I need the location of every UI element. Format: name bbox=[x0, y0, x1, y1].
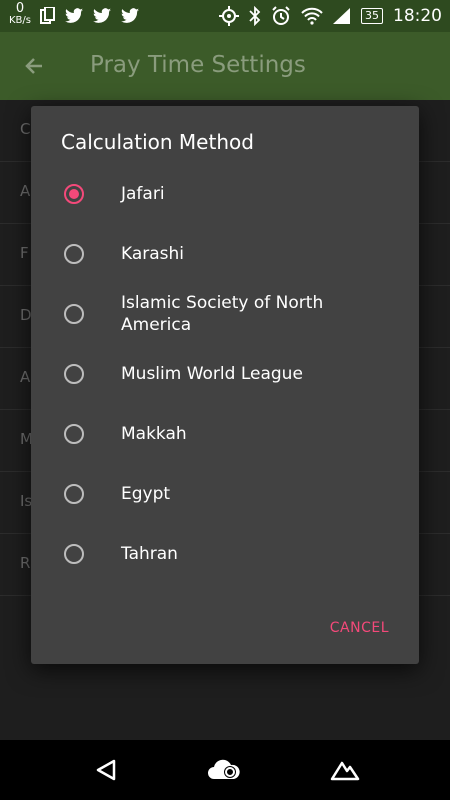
calculation-method-dialog: Calculation Method Jafari Karashi Islami… bbox=[31, 106, 419, 664]
signal-icon bbox=[333, 8, 350, 24]
option-tahran[interactable]: Tahran bbox=[31, 524, 419, 584]
option-label: Islamic Society of North America bbox=[121, 293, 324, 335]
alarm-icon bbox=[272, 6, 290, 25]
system-icons: 35 18:20 bbox=[219, 6, 442, 26]
status-bar: 0 KB/s 35 18:20 bbox=[0, 0, 450, 32]
twitter-icon bbox=[93, 8, 111, 23]
option-makkah[interactable]: Makkah bbox=[31, 404, 419, 464]
option-karashi[interactable]: Karashi bbox=[31, 224, 419, 284]
option-label: Egypt bbox=[121, 484, 171, 504]
twitter-icon bbox=[121, 8, 139, 23]
dialog-title: Calculation Method bbox=[61, 130, 254, 154]
page-title: Pray Time Settings bbox=[90, 52, 306, 78]
list-item-label: A bbox=[20, 182, 31, 200]
cloud-home-icon[interactable] bbox=[206, 757, 242, 783]
battery-level: 35 bbox=[361, 8, 383, 24]
wifi-icon bbox=[301, 7, 323, 25]
mountain-recent-icon[interactable] bbox=[330, 758, 360, 782]
list-item-label: C bbox=[20, 120, 31, 138]
radio-button[interactable] bbox=[64, 364, 84, 384]
network-speed-unit: KB/s bbox=[9, 15, 31, 26]
list-item-label: A bbox=[20, 368, 31, 386]
radio-button[interactable] bbox=[64, 184, 84, 204]
twitter-icon bbox=[65, 8, 83, 23]
bluetooth-icon bbox=[249, 6, 261, 26]
arrow-left-icon[interactable] bbox=[22, 54, 46, 78]
option-isna[interactable]: Islamic Society of North America bbox=[31, 284, 419, 344]
triangle-back-icon[interactable] bbox=[95, 758, 117, 782]
radio-button[interactable] bbox=[64, 544, 84, 564]
list-item-label: F bbox=[20, 244, 29, 262]
gps-icon bbox=[219, 6, 239, 26]
list-item-label: R bbox=[20, 554, 31, 572]
option-egypt[interactable]: Egypt bbox=[31, 464, 419, 524]
navigation-bar bbox=[0, 740, 450, 800]
option-label: Muslim World League bbox=[121, 364, 303, 384]
option-label: Tahran bbox=[121, 544, 178, 564]
app-bar: Pray Time Settings bbox=[0, 32, 450, 100]
list-item-label: D bbox=[20, 306, 32, 324]
option-label: Makkah bbox=[121, 424, 187, 444]
notification-icons bbox=[40, 7, 140, 25]
network-speed-value: 0 bbox=[15, 1, 25, 16]
option-jafari[interactable]: Jafari bbox=[31, 164, 419, 224]
clock: 18:20 bbox=[393, 6, 442, 26]
option-label: Jafari bbox=[121, 184, 165, 204]
option-muslim-world-league[interactable]: Muslim World League bbox=[31, 344, 419, 404]
radio-button[interactable] bbox=[64, 484, 84, 504]
network-speed: 0 KB/s bbox=[6, 2, 34, 27]
cancel-button[interactable]: CANCEL bbox=[330, 620, 389, 636]
radio-button[interactable] bbox=[64, 304, 84, 324]
option-label: Karashi bbox=[121, 244, 185, 264]
radio-button[interactable] bbox=[64, 424, 84, 444]
copy-icon bbox=[40, 7, 55, 24]
radio-button[interactable] bbox=[64, 244, 84, 264]
